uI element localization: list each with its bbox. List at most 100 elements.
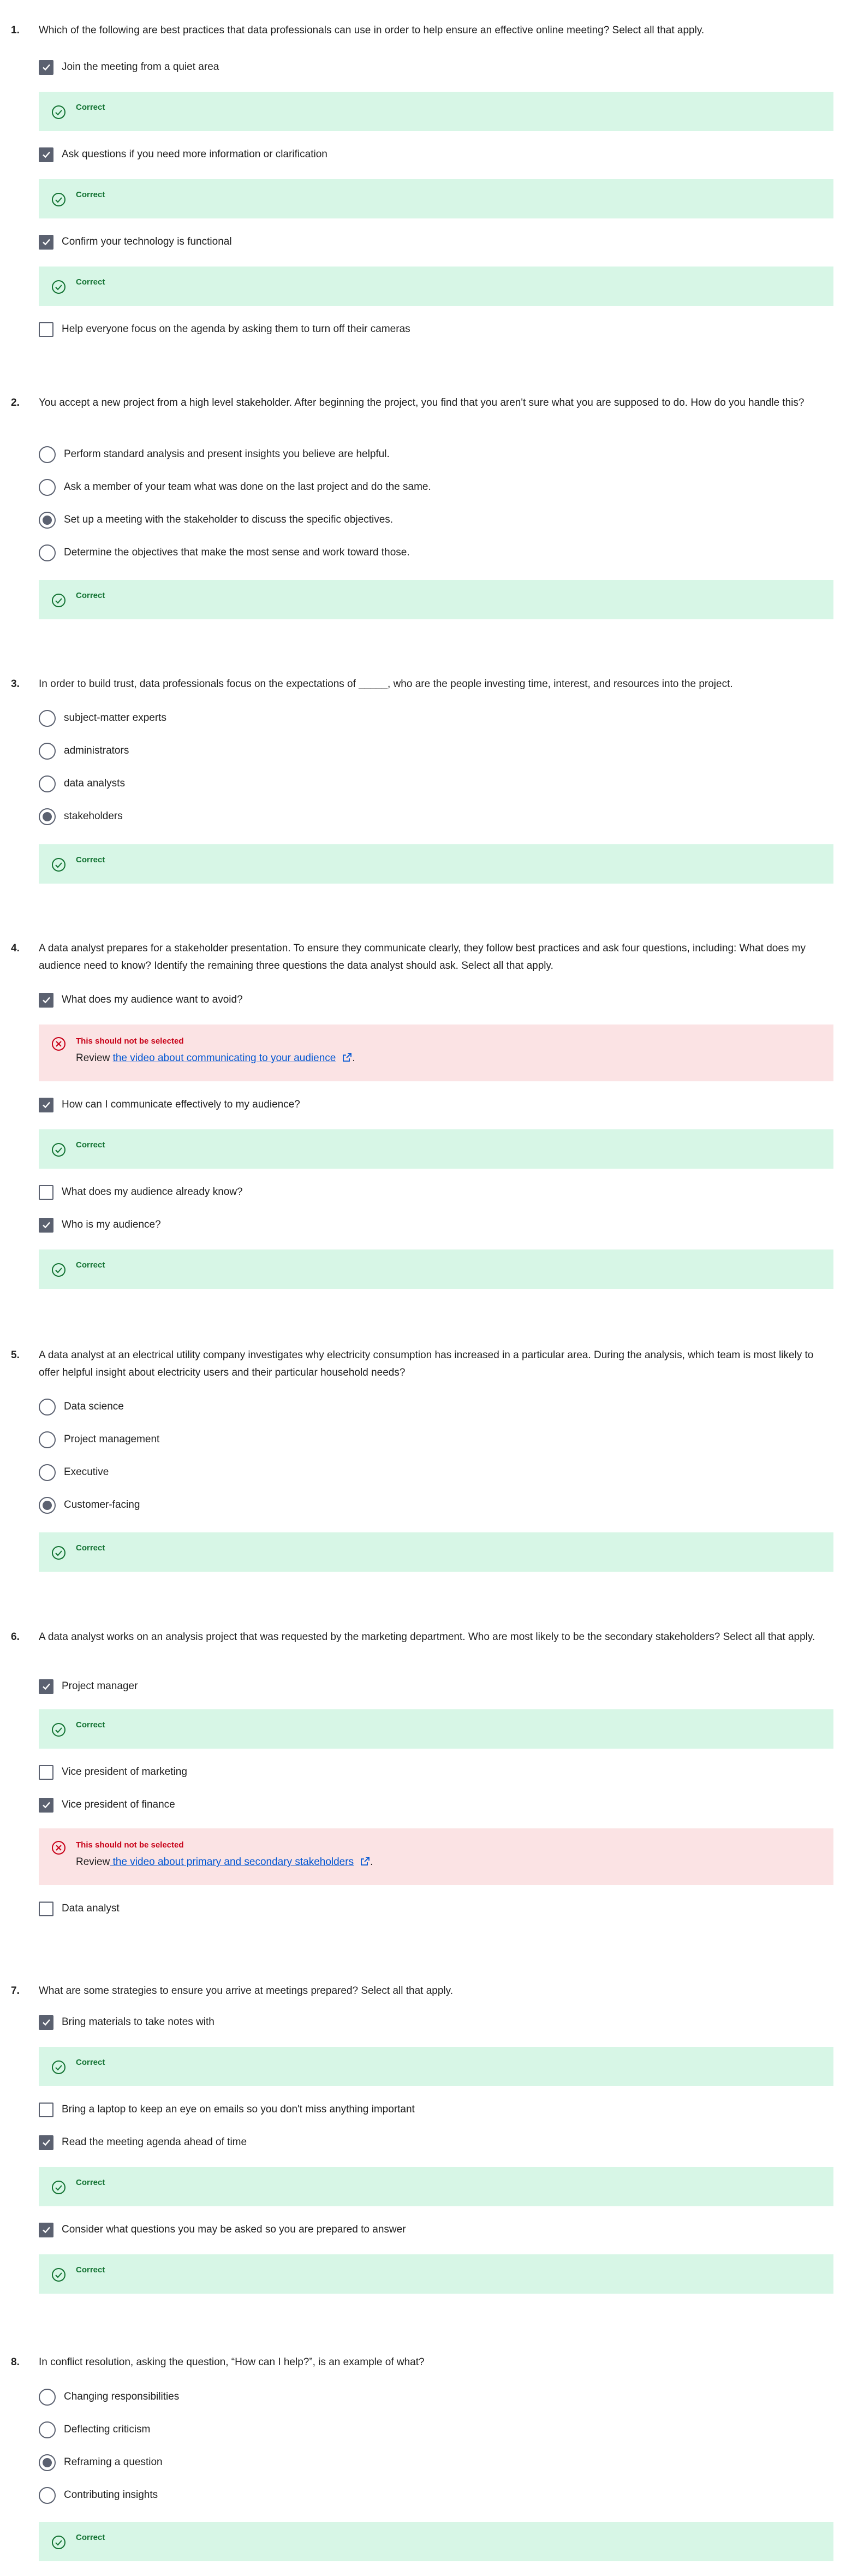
- checkbox-checked[interactable]: [39, 1097, 53, 1112]
- radio-unselected[interactable]: [39, 775, 56, 792]
- question-text: In order to build trust, data profession…: [39, 678, 733, 690]
- checkbox-unchecked[interactable]: [39, 1764, 53, 1780]
- question-number: 3.: [11, 678, 20, 690]
- radio-option[interactable]: data analysts: [39, 774, 125, 793]
- radio-selected[interactable]: [39, 1496, 56, 1514]
- radio-option[interactable]: Contributing insights: [39, 2486, 158, 2504]
- checkmark-icon: [42, 2226, 50, 2234]
- option-label: Vice president of finance: [62, 1799, 175, 1810]
- checkbox-option[interactable]: What does my audience want to avoid?: [39, 991, 243, 1009]
- checkbox-unchecked[interactable]: [39, 1185, 53, 1200]
- checkbox-option[interactable]: Data analyst: [39, 1899, 120, 1918]
- option-label: Vice president of marketing: [62, 1766, 187, 1778]
- checkbox-unchecked[interactable]: [39, 2102, 53, 2117]
- checkbox-checked[interactable]: [39, 992, 53, 1008]
- radio-unselected[interactable]: [39, 446, 56, 463]
- checkbox-unchecked[interactable]: [39, 322, 53, 337]
- radio-option[interactable]: Perform standard analysis and present in…: [39, 445, 390, 464]
- check-circle-icon: [51, 857, 66, 872]
- checkbox-option[interactable]: Bring a laptop to keep an eye on emails …: [39, 2100, 415, 2119]
- radio-option[interactable]: administrators: [39, 742, 129, 760]
- checkbox-option[interactable]: Vice president of finance: [39, 1796, 175, 1814]
- checkbox-checked[interactable]: [39, 60, 53, 75]
- external-link-icon[interactable]: [342, 1052, 352, 1062]
- external-link-icon[interactable]: [360, 1856, 370, 1866]
- review-suffix: .: [352, 1052, 355, 1064]
- radio-unselected[interactable]: [39, 1464, 56, 1481]
- feedback-title: Correct: [76, 277, 105, 287]
- checkbox-checked[interactable]: [39, 147, 53, 162]
- checkbox-option[interactable]: Consider what questions you may be asked…: [39, 2220, 406, 2239]
- option-label: data analysts: [64, 778, 125, 789]
- option-label: Customer-facing: [64, 1499, 140, 1511]
- checkbox-option[interactable]: Read the meeting agenda ahead of time: [39, 2133, 247, 2152]
- checkmark-icon: [42, 1802, 50, 1809]
- radio-option[interactable]: Deflecting criticism: [39, 2420, 150, 2439]
- checkbox-checked[interactable]: [39, 1217, 53, 1233]
- checkbox-option[interactable]: Who is my audience?: [39, 1216, 161, 1234]
- option-label: Bring materials to take notes with: [62, 2016, 215, 2028]
- radio-selected[interactable]: [39, 2454, 56, 2471]
- option-label: Ask questions if you need more informati…: [62, 149, 327, 160]
- checkbox-option[interactable]: How can I communicate effectively to my …: [39, 1095, 300, 1114]
- radio-option[interactable]: Set up a meeting with the stakeholder to…: [39, 511, 393, 529]
- radio-option[interactable]: subject-matter experts: [39, 709, 166, 727]
- check-circle-icon: [51, 593, 66, 608]
- checkbox-option[interactable]: Ask questions if you need more informati…: [39, 145, 327, 164]
- feedback-correct: Correct: [39, 2254, 833, 2294]
- question-text: Which of the following are best practice…: [39, 25, 705, 36]
- radio-option[interactable]: Data science: [39, 1397, 124, 1416]
- option-label: Read the meeting agenda ahead of time: [62, 2136, 247, 2148]
- checkbox-option[interactable]: Bring materials to take notes with: [39, 2013, 215, 2032]
- checkbox-option[interactable]: Project manager: [39, 1677, 138, 1696]
- checkbox-checked[interactable]: [39, 234, 53, 250]
- check-circle-icon: [51, 2060, 66, 2075]
- checkbox-option[interactable]: Join the meeting from a quiet area: [39, 58, 219, 76]
- feedback-correct: Correct: [39, 267, 833, 306]
- radio-option[interactable]: Ask a member of your team what was done …: [39, 478, 431, 496]
- checkbox-checked[interactable]: [39, 1679, 53, 1694]
- option-label: Confirm your technology is functional: [62, 236, 232, 247]
- radio-unselected[interactable]: [39, 544, 56, 561]
- checkbox-checked[interactable]: [39, 2015, 53, 2030]
- question-number: 2.: [11, 397, 20, 408]
- radio-option[interactable]: Reframing a question: [39, 2453, 163, 2472]
- radio-unselected[interactable]: [39, 2388, 56, 2406]
- feedback-title: Correct: [76, 1543, 105, 1553]
- checkmark-icon: [42, 1102, 50, 1109]
- review-video-link[interactable]: the video about primary and secondary st…: [110, 1856, 354, 1868]
- checkbox-option[interactable]: Vice president of marketing: [39, 1763, 187, 1781]
- checkbox-option[interactable]: Confirm your technology is functional: [39, 233, 232, 251]
- checkbox-option[interactable]: Help everyone focus on the agenda by ask…: [39, 320, 410, 339]
- radio-option[interactable]: Determine the objectives that make the m…: [39, 543, 410, 562]
- feedback-correct: Correct: [39, 1129, 833, 1169]
- radio-unselected[interactable]: [39, 478, 56, 496]
- checkbox-unchecked[interactable]: [39, 1901, 53, 1916]
- feedback-title: This should not be selected: [76, 1840, 184, 1850]
- radio-unselected[interactable]: [39, 709, 56, 727]
- checkbox-checked[interactable]: [39, 2135, 53, 2150]
- checkbox-checked[interactable]: [39, 1797, 53, 1813]
- radio-option[interactable]: Customer-facing: [39, 1496, 140, 1514]
- radio-selected[interactable]: [39, 511, 56, 529]
- checkmark-icon: [42, 151, 50, 158]
- radio-selected[interactable]: [39, 808, 56, 825]
- question-number: 1.: [11, 25, 20, 36]
- review-video-link[interactable]: the video about communicating to your au…: [113, 1052, 336, 1064]
- radio-unselected[interactable]: [39, 742, 56, 760]
- checkbox-option[interactable]: What does my audience already know?: [39, 1183, 243, 1201]
- feedback-title: Correct: [76, 591, 105, 600]
- radio-option[interactable]: Changing responsibilities: [39, 2388, 179, 2406]
- feedback-correct: Correct: [39, 844, 833, 884]
- radio-unselected[interactable]: [39, 1398, 56, 1416]
- radio-option[interactable]: Project management: [39, 1430, 159, 1449]
- radio-option[interactable]: Executive: [39, 1463, 109, 1482]
- checkbox-checked[interactable]: [39, 2222, 53, 2237]
- radio-unselected[interactable]: [39, 2486, 56, 2504]
- radio-option[interactable]: stakeholders: [39, 807, 123, 826]
- radio-dot: [43, 515, 52, 525]
- check-circle-icon: [51, 280, 66, 294]
- radio-unselected[interactable]: [39, 2421, 56, 2438]
- check-circle-icon: [51, 2267, 66, 2282]
- radio-unselected[interactable]: [39, 1431, 56, 1448]
